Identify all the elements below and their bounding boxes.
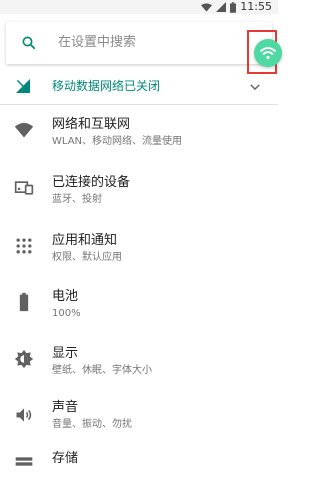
status-time: 11:55 <box>240 0 272 13</box>
search-placeholder: 在设置中搜索 <box>58 35 137 50</box>
settings-item-subtitle: 100% <box>52 308 81 319</box>
mobile-data-off-icon <box>16 79 30 93</box>
storage-icon <box>14 454 34 474</box>
settings-item-apps[interactable]: 应用和通知 权限、默认应用 <box>0 226 278 282</box>
settings-item-display[interactable]: 显示 壁纸、休眠、字体大小 <box>0 342 278 398</box>
settings-item-title: 声音 <box>52 400 79 415</box>
signal-status-icon <box>216 2 227 12</box>
settings-item-battery[interactable]: 电池 100% <box>0 284 278 340</box>
devices-icon <box>14 178 34 198</box>
floating-assistant-button[interactable] <box>247 30 282 74</box>
volume-icon <box>14 405 34 425</box>
floating-wifi-bubble <box>254 39 282 67</box>
battery-status-icon <box>230 1 237 13</box>
settings-item-title: 应用和通知 <box>52 233 118 248</box>
settings-item-title: 网络和互联网 <box>52 117 131 132</box>
settings-item-sound[interactable]: 声音 音量、振动、勿扰 <box>0 398 278 454</box>
chevron-down-icon[interactable] <box>248 80 262 94</box>
settings-item-title: 已连接的设备 <box>52 175 131 190</box>
floating-wifi-icon <box>260 47 276 60</box>
settings-item-subtitle: 壁纸、休眠、字体大小 <box>52 365 152 376</box>
settings-item-title: 电池 <box>52 289 79 304</box>
settings-item-subtitle: WLAN、移动网络、流量使用 <box>52 136 183 147</box>
divider <box>0 104 278 105</box>
settings-item-subtitle: 蓝牙、投射 <box>52 194 102 205</box>
settings-item-connected-devices[interactable]: 已连接的设备 蓝牙、投射 <box>0 168 278 224</box>
banner-label: 移动数据网络已关闭 <box>52 79 161 93</box>
settings-item-storage[interactable]: 存储 <box>0 448 278 504</box>
settings-item-subtitle: 权限、默认应用 <box>52 252 122 263</box>
status-bar: 11:55 <box>0 0 278 14</box>
settings-item-subtitle: 音量、振动、勿扰 <box>52 419 132 430</box>
settings-item-network[interactable]: 网络和互联网 WLAN、移动网络、流量使用 <box>0 110 278 166</box>
search-bar[interactable]: 在设置中搜索 <box>6 22 272 64</box>
brightness-icon <box>14 349 34 369</box>
mobile-data-off-banner[interactable]: 移动数据网络已关闭 <box>0 72 278 102</box>
search-icon <box>20 34 38 52</box>
apps-grid-icon <box>14 236 34 256</box>
wifi-icon <box>14 120 34 140</box>
settings-item-title: 显示 <box>52 346 79 361</box>
status-icons: 11:55 <box>201 0 272 14</box>
settings-item-title: 存储 <box>52 451 79 466</box>
battery-icon <box>14 292 34 312</box>
wifi-status-icon <box>201 2 213 12</box>
